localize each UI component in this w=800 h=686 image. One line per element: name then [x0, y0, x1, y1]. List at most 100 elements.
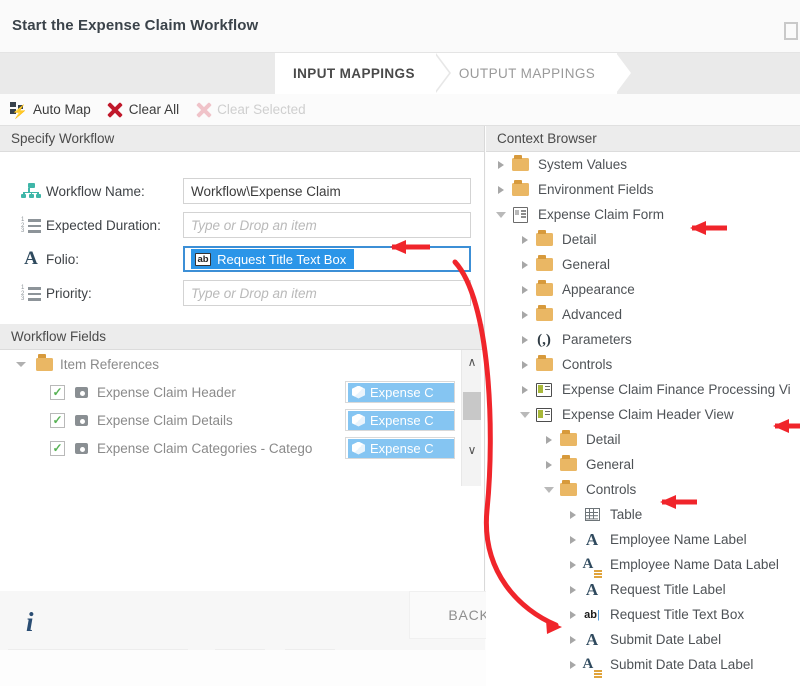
- chevron-right-icon[interactable]: [570, 561, 576, 569]
- mapped-value-field[interactable]: Expense C: [345, 381, 455, 403]
- mapped-value-chip[interactable]: Expense C: [348, 439, 454, 458]
- priority-label: Priority:: [46, 286, 92, 301]
- tree-item-general[interactable]: General: [486, 252, 800, 277]
- table-row[interactable]: ✓ Expense Claim Categories - Catego Expe…: [0, 434, 460, 462]
- clear-all-button[interactable]: Clear All: [103, 99, 187, 121]
- workflow-fields-scrollbar[interactable]: ∧ ∨: [461, 350, 481, 486]
- mapped-value-field[interactable]: Expense C: [345, 437, 455, 459]
- chevron-right-icon[interactable]: [570, 586, 576, 594]
- mapped-value-field[interactable]: Expense C: [345, 409, 455, 431]
- org-chart-icon: [18, 180, 44, 202]
- chevron-right-icon[interactable]: [570, 611, 576, 619]
- tree-item-employee-name-data-label[interactable]: AEmployee Name Data Label: [486, 552, 800, 577]
- folio-label: Folio:: [46, 252, 79, 267]
- tree-item-request-title-label[interactable]: ARequest Title Label: [486, 577, 800, 602]
- tree-item-label: Appearance: [562, 282, 635, 297]
- chevron-right-icon[interactable]: [522, 361, 528, 369]
- chevron-down-icon[interactable]: [16, 362, 26, 367]
- context-browser-tree[interactable]: System ValuesEnvironment FieldsExpense C…: [486, 152, 800, 686]
- clear-selected-x-icon: [195, 102, 211, 118]
- tree-item-advanced[interactable]: Advanced: [486, 302, 800, 327]
- chevron-right-icon[interactable]: [498, 161, 504, 169]
- row-checkbox[interactable]: ✓: [50, 441, 65, 456]
- tab-chevron-icon: [616, 53, 631, 93]
- folder-icon: [560, 483, 577, 496]
- chevron-right-icon[interactable]: [522, 386, 528, 394]
- chevron-right-icon[interactable]: [522, 261, 528, 269]
- chevron-right-icon[interactable]: [498, 186, 504, 194]
- tree-item-appearance[interactable]: Appearance: [486, 277, 800, 302]
- table-row[interactable]: ✓ Expense Claim Details Expense C: [0, 406, 460, 434]
- tree-item-expense-claim-header-view[interactable]: Expense Claim Header View: [486, 402, 800, 427]
- tree-item-table[interactable]: Table: [486, 502, 800, 527]
- tree-item-expense-claim-form[interactable]: Expense Claim Form: [486, 202, 800, 227]
- tree-item-label: Controls: [562, 357, 612, 372]
- tree-item-label: Detail: [562, 232, 597, 247]
- auto-map-icon: ⚡: [10, 102, 27, 117]
- tab-input-mappings[interactable]: INPUT MAPPINGS: [275, 53, 437, 94]
- clear-selected-button[interactable]: Clear Selected: [191, 99, 314, 121]
- expected-duration-input[interactable]: Type or Drop an item: [183, 212, 471, 238]
- chevron-down-icon[interactable]: [496, 212, 506, 218]
- tree-item-request-title-text-box[interactable]: ab|Request Title Text Box: [486, 602, 800, 627]
- folder-icon: [536, 233, 553, 246]
- scroll-up-icon[interactable]: ∧: [464, 354, 480, 370]
- folio-input[interactable]: ab Request Title Text Box: [183, 246, 471, 272]
- chevron-right-icon[interactable]: [522, 236, 528, 244]
- row-checkbox[interactable]: ✓: [50, 413, 65, 428]
- view-icon: [536, 408, 552, 422]
- text-a-icon: A: [18, 248, 44, 270]
- table-row[interactable]: ✓ Expense Claim Header Expense C: [0, 378, 460, 406]
- chevron-right-icon[interactable]: [570, 636, 576, 644]
- chevron-right-icon[interactable]: [546, 436, 552, 444]
- chevron-right-icon[interactable]: [522, 286, 528, 294]
- tree-item-submit-date-data-label[interactable]: ASubmit Date Data Label: [486, 652, 800, 677]
- chevron-right-icon[interactable]: [570, 661, 576, 669]
- folder-icon: [536, 258, 553, 271]
- table-row-label: Expense Claim Header: [97, 385, 236, 400]
- chevron-right-icon[interactable]: [522, 336, 528, 344]
- row-checkbox[interactable]: ✓: [50, 385, 65, 400]
- info-icon[interactable]: i: [26, 607, 34, 638]
- context-browser-header: Context Browser: [486, 126, 800, 152]
- tree-item-detail[interactable]: Detail: [486, 427, 800, 452]
- scroll-down-icon[interactable]: ∨: [464, 442, 480, 458]
- chevron-right-icon[interactable]: [570, 536, 576, 544]
- scrollbar-thumb[interactable]: [463, 392, 481, 420]
- chevron-right-icon[interactable]: [522, 311, 528, 319]
- tree-item-system-values[interactable]: System Values: [486, 152, 800, 177]
- tab-input-mappings-label: INPUT MAPPINGS: [293, 66, 415, 81]
- chevron-down-icon[interactable]: [544, 487, 554, 493]
- restore-window-button[interactable]: [784, 22, 798, 40]
- tree-item-controls[interactable]: Controls: [486, 477, 800, 502]
- priority-input[interactable]: Type or Drop an item: [183, 280, 471, 306]
- tree-item-detail[interactable]: Detail: [486, 227, 800, 252]
- tree-item-environment-fields[interactable]: Environment Fields: [486, 177, 800, 202]
- tree-item-submit-date-label[interactable]: ASubmit Date Label: [486, 627, 800, 652]
- auto-map-button[interactable]: ⚡ Auto Map: [6, 99, 99, 120]
- mapped-value-chip[interactable]: Expense C: [348, 411, 454, 430]
- chevron-right-icon[interactable]: [546, 461, 552, 469]
- chevron-down-icon[interactable]: [520, 412, 530, 418]
- specify-workflow-form: Workflow Name: Workflow\Expense Claim 1 …: [0, 152, 484, 324]
- workflow-name-input[interactable]: Workflow\Expense Claim: [183, 178, 471, 204]
- tab-output-mappings[interactable]: OUTPUT MAPPINGS: [437, 53, 617, 94]
- folio-value-chip[interactable]: ab Request Title Text Box: [191, 249, 354, 269]
- folder-icon: [512, 158, 529, 171]
- list-item[interactable]: Item References: [0, 350, 460, 378]
- tree-item-parameters[interactable]: (,)Parameters: [486, 327, 800, 352]
- chevron-right-icon[interactable]: [570, 511, 576, 519]
- tree-item-label: Submit Date Label: [610, 632, 721, 647]
- mapped-value-label: Expense C: [370, 413, 434, 428]
- folder-icon: [560, 458, 577, 471]
- folio-chip-label: Request Title Text Box: [217, 252, 346, 267]
- tree-item-label: Parameters: [562, 332, 632, 347]
- mapped-value-chip[interactable]: Expense C: [348, 383, 454, 402]
- auto-map-label: Auto Map: [33, 102, 91, 117]
- tree-item-expense-claim-finance-processing-vi[interactable]: Expense Claim Finance Processing Vi: [486, 377, 800, 402]
- tree-item-general[interactable]: General: [486, 452, 800, 477]
- tree-item-employee-name-label[interactable]: AEmployee Name Label: [486, 527, 800, 552]
- tree-item-controls[interactable]: Controls: [486, 352, 800, 377]
- form-icon: [513, 207, 528, 223]
- specify-workflow-header: Specify Workflow: [0, 126, 484, 152]
